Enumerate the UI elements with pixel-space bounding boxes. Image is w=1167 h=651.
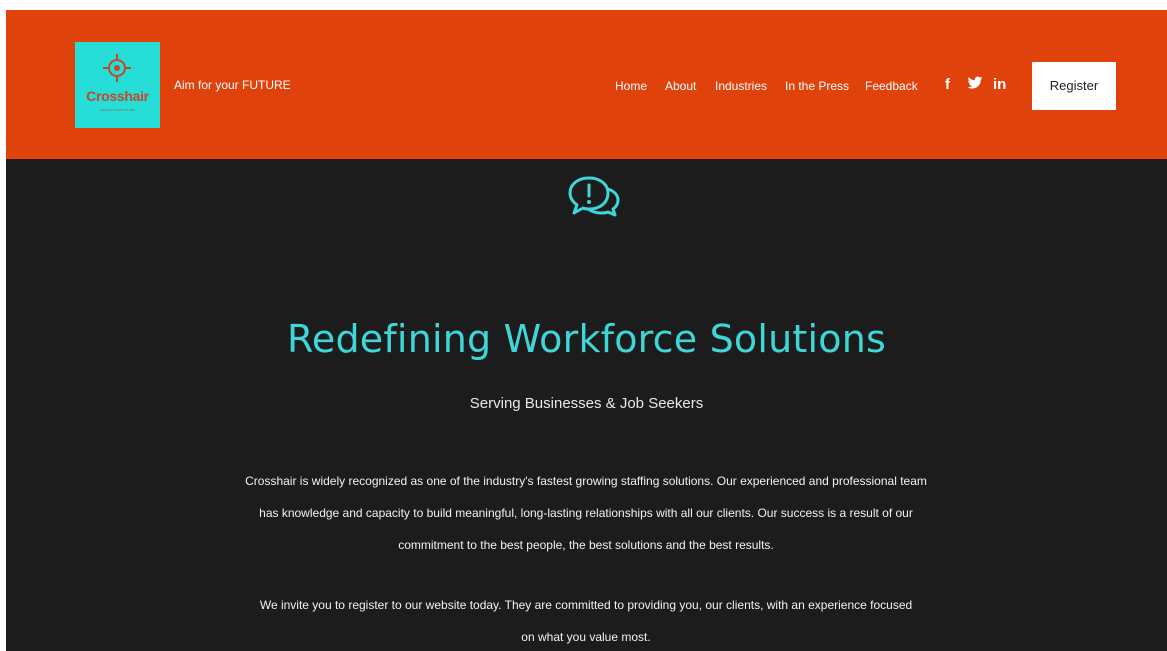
site-header: Crosshair AIM FOR YOUR FUTURE Aim for yo… (6, 10, 1167, 159)
page: Crosshair AIM FOR YOUR FUTURE Aim for yo… (6, 10, 1167, 651)
logo-text: Crosshair (86, 88, 149, 104)
logo[interactable]: Crosshair AIM FOR YOUR FUTURE (75, 42, 160, 128)
nav-about[interactable]: About (665, 79, 696, 93)
facebook-icon[interactable]: f (945, 76, 950, 93)
page-title: Redefining Workforce Solutions (286, 317, 887, 362)
nav-home[interactable]: Home (615, 79, 647, 93)
crosshair-icon (103, 54, 131, 82)
chat-bubbles-icon (567, 174, 621, 223)
register-button[interactable]: Register (1032, 62, 1116, 110)
twitter-icon[interactable] (967, 76, 983, 94)
nav-feedback[interactable]: Feedback (865, 79, 918, 93)
logo-subtext: AIM FOR YOUR FUTURE (100, 108, 135, 112)
linkedin-icon[interactable]: in (993, 76, 1006, 93)
intro-paragraph: Crosshair is widely recognized as one of… (245, 474, 927, 552)
nav-in-the-press[interactable]: In the Press (785, 79, 849, 93)
invite-paragraph: We invite you to register to our website… (259, 598, 913, 644)
page-subtitle: Serving Businesses & Job Seekers (469, 395, 704, 412)
nav-industries[interactable]: Industries (715, 79, 767, 93)
tagline: Aim for your FUTURE (174, 78, 291, 92)
